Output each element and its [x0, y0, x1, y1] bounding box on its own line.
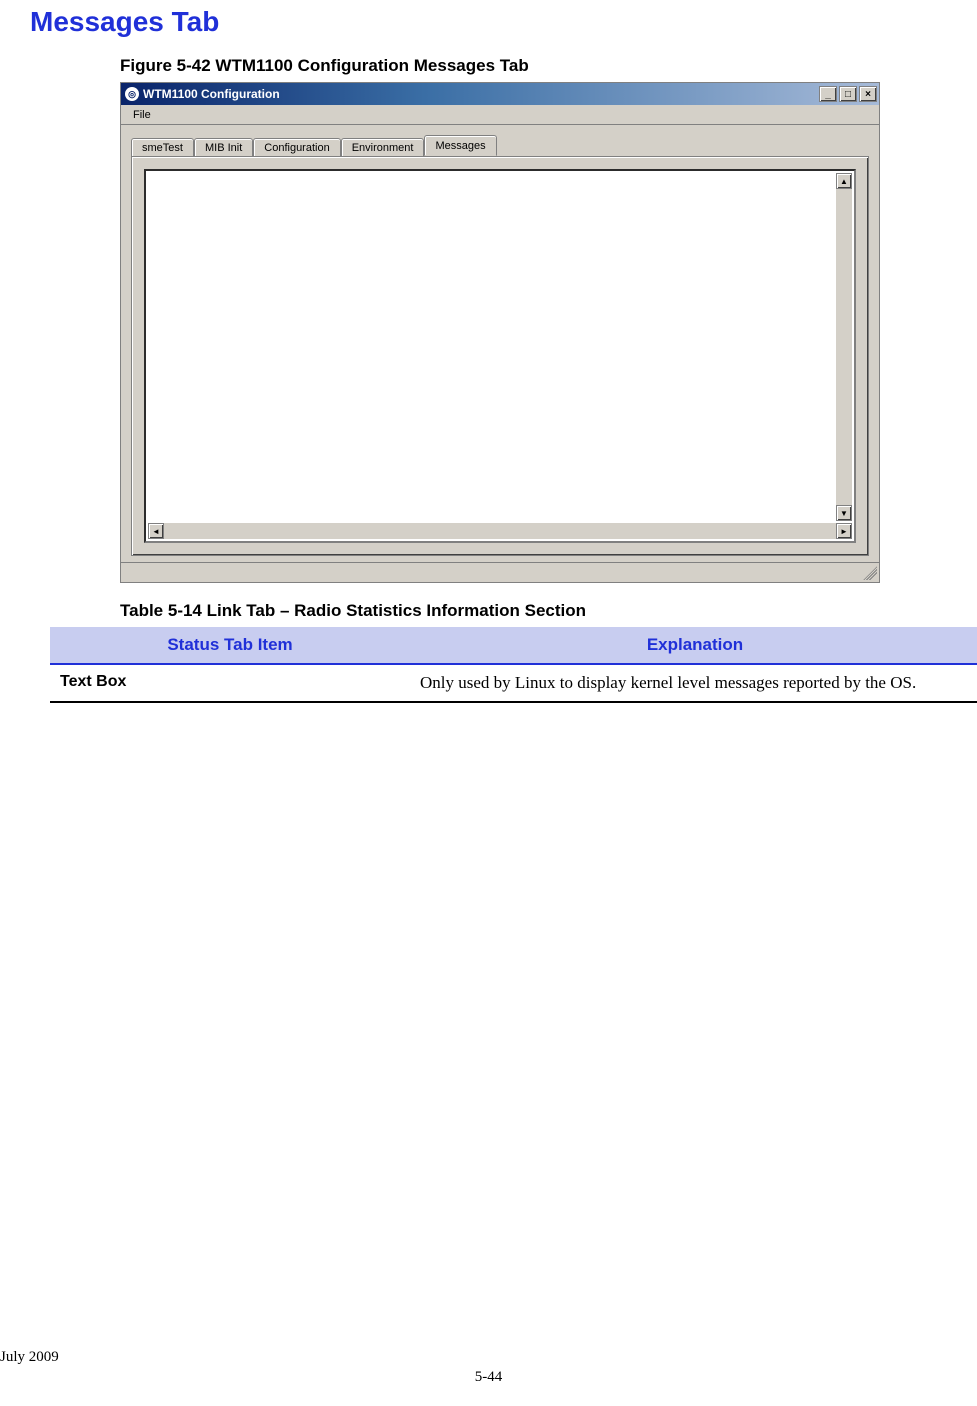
tab-messages[interactable]: Messages	[424, 135, 496, 156]
table-row: Text Box Only used by Linux to display k…	[50, 664, 977, 702]
tab-mib-init[interactable]: MIB Init	[194, 138, 253, 157]
app-icon: ◎	[125, 87, 139, 101]
tab-configuration[interactable]: Configuration	[253, 138, 340, 157]
status-bar	[121, 562, 879, 582]
content-block: Figure 5-42 WTM1100 Configuration Messag…	[120, 56, 947, 703]
tab-smetest[interactable]: smeTest	[131, 138, 194, 157]
app-window: ◎ WTM1100 Configuration _ □ × File smeTe…	[120, 82, 880, 583]
maximize-button[interactable]: □	[839, 86, 857, 102]
window-titlebar[interactable]: ◎ WTM1100 Configuration _ □ ×	[121, 83, 879, 105]
window-title: WTM1100 Configuration	[143, 87, 280, 101]
messages-textbox[interactable]: ▲ ▼ ◄ ►	[144, 169, 856, 543]
menu-bar: File	[121, 105, 879, 125]
tab-environment[interactable]: Environment	[341, 138, 425, 157]
scroll-down-icon[interactable]: ▼	[836, 505, 852, 521]
scroll-left-icon[interactable]: ◄	[148, 523, 164, 539]
tab-panel-messages: ▲ ▼ ◄ ►	[131, 156, 869, 556]
close-button[interactable]: ×	[859, 86, 877, 102]
vertical-scrollbar[interactable]: ▲ ▼	[836, 173, 852, 521]
resize-grip-icon[interactable]	[863, 566, 877, 580]
table-header-col2: Explanation	[410, 627, 977, 664]
scroll-right-icon[interactable]: ►	[836, 523, 852, 539]
table-header-col1: Status Tab Item	[50, 627, 410, 664]
footer-page-number: 5-44	[0, 1369, 977, 1386]
table-cell-explanation: Only used by Linux to display kernel lev…	[410, 664, 977, 702]
info-table: Status Tab Item Explanation Text Box Onl…	[50, 627, 977, 703]
horizontal-scrollbar[interactable]: ◄ ►	[148, 523, 852, 539]
table-cell-item: Text Box	[50, 664, 410, 702]
menu-file[interactable]: File	[127, 107, 157, 123]
page-heading: Messages Tab	[30, 6, 947, 38]
footer-date: July 2009	[0, 1349, 59, 1366]
window-body: smeTest MIB Init Configuration Environme…	[121, 125, 879, 562]
tab-strip: smeTest MIB Init Configuration Environme…	[131, 135, 869, 157]
figure-caption: Figure 5-42 WTM1100 Configuration Messag…	[120, 56, 947, 76]
minimize-button[interactable]: _	[819, 86, 837, 102]
table-caption: Table 5-14 Link Tab – Radio Statistics I…	[120, 601, 947, 621]
table-header-row: Status Tab Item Explanation	[50, 627, 977, 664]
scroll-up-icon[interactable]: ▲	[836, 173, 852, 189]
